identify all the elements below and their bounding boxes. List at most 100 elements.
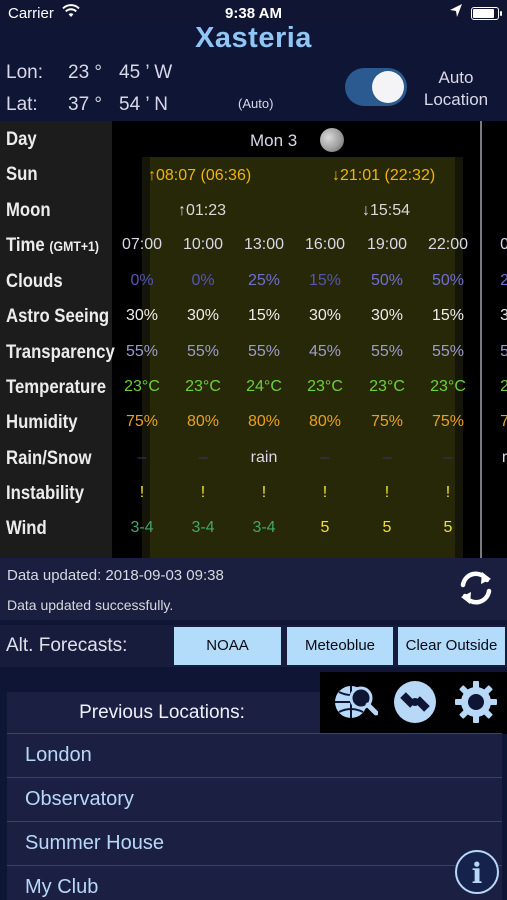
lat-minutes[interactable]: 54 ’ N [119, 94, 168, 116]
transparency-cell: 55 [500, 343, 507, 360]
alt-forecasts-label: Alt. Forecasts: [6, 635, 128, 656]
lon-label: Lon: [6, 62, 43, 83]
location-name: Summer House [25, 832, 164, 854]
time-cell: 22:00 [427, 236, 469, 253]
sunset-time: ↓21:01 (22:32) [332, 167, 436, 184]
noaa-button[interactable]: NOAA [174, 627, 281, 665]
wind-cell: 5 [443, 519, 453, 536]
rain-cell: ra [501, 449, 507, 466]
seeing-cell: 30% [308, 307, 342, 324]
time-cell: 01 [500, 236, 507, 253]
clear-outside-button[interactable]: Clear Outside [398, 627, 505, 665]
transparency-cell: 55% [125, 343, 159, 360]
humidity-cell: 80% [308, 413, 342, 430]
location-arrow-icon [449, 3, 463, 23]
transparency-cell: 45% [308, 343, 342, 360]
humidity-cell: 75 [500, 413, 507, 430]
lat-label: Lat: [6, 94, 38, 115]
humidity-cell: 80% [247, 413, 281, 430]
location-item-london[interactable]: London [7, 733, 502, 777]
update-panel: Data updated: 2018-09-03 09:38 Data upda… [0, 558, 507, 620]
temperature-cell: 23°C [430, 378, 466, 395]
moonset-time: ↓15:54 [362, 202, 411, 219]
location-name: Observatory [25, 788, 134, 810]
temperature-cell: 23°C [369, 378, 405, 395]
moonrise-time: ↑01:23 [178, 202, 227, 219]
clouds-cell: 50% [431, 272, 465, 289]
refresh-icon[interactable] [455, 567, 497, 609]
latitude-row[interactable]: Lat: 37 ° 54 ’ N [6, 94, 206, 118]
clouds-cell: 25% [247, 272, 281, 289]
wind-cell: 3-4 [252, 519, 276, 536]
location-item-summer-house[interactable]: Summer House [7, 821, 502, 865]
meteoblue-button[interactable]: Meteoblue [287, 627, 393, 665]
lat-degrees[interactable]: 37 ° [68, 94, 102, 116]
info-icon[interactable]: i [455, 850, 499, 894]
location-item-my-club[interactable]: My Club [7, 865, 502, 900]
lon-degrees[interactable]: 23 ° [68, 62, 102, 84]
temperature-cell: 23°C [185, 378, 221, 395]
toggle-knob [372, 71, 404, 103]
clouds-cell: 15% [308, 272, 342, 289]
app-title: Xasteria [195, 22, 312, 54]
rain-cell: – [443, 449, 453, 466]
location-search-icon[interactable] [332, 679, 379, 725]
transparency-cell: 55% [370, 343, 404, 360]
row-label-transparency: Transparency [6, 342, 115, 363]
humidity-cell: 75% [125, 413, 159, 430]
time-cell: 16:00 [304, 236, 346, 253]
rain-cell: rain [250, 449, 278, 466]
wind-cell: 5 [382, 519, 392, 536]
clouds-cell: 50% [370, 272, 404, 289]
battery-icon [471, 7, 502, 20]
rain-cell: – [320, 449, 330, 466]
seeing-cell: 30% [186, 307, 220, 324]
seeing-cell: 15% [431, 307, 465, 324]
location-name: London [25, 744, 92, 766]
humidity-cell: 75% [431, 413, 465, 430]
auto-tag: (Auto) [238, 96, 274, 111]
previous-locations-title: Previous Locations: [79, 702, 245, 723]
clouds-cell: 25 [500, 272, 507, 289]
time-cell: 19:00 [366, 236, 408, 253]
time-cell: 13:00 [243, 236, 285, 253]
row-label-temperature: Temperature [6, 377, 107, 398]
row-labels: Day Sun Moon Time (GMT+1) Clouds Astro S… [0, 121, 115, 558]
instability-cell: ! [200, 484, 206, 501]
wind-cell: 3-4 [191, 519, 215, 536]
row-label-humidity: Humidity [6, 412, 78, 433]
update-status-text: Data updated successfully. [7, 597, 174, 613]
instability-cell: ! [261, 484, 267, 501]
temperature-cell: 23 [500, 378, 507, 395]
row-label-clouds: Clouds [6, 271, 63, 292]
seeing-cell: 30% [125, 307, 159, 324]
rain-cell: – [198, 449, 208, 466]
location-item-observatory[interactable]: Observatory [7, 777, 502, 821]
day-divider [480, 121, 482, 558]
moon-phase-icon [320, 128, 344, 152]
wind-cell: 5 [320, 519, 330, 536]
seeing-cell: 30% [370, 307, 404, 324]
location-name: My Club [25, 876, 99, 898]
time-cell: 07:00 [121, 236, 163, 253]
clouds-cell: 0% [191, 272, 215, 289]
clouds-cell: 0% [130, 272, 154, 289]
temperature-cell: 24°C [246, 378, 282, 395]
instability-cell: ! [139, 484, 145, 501]
row-label-day: Day [6, 129, 37, 150]
rain-cell: – [137, 449, 147, 466]
humidity-cell: 75% [370, 413, 404, 430]
temperature-cell: 23°C [124, 378, 160, 395]
row-label-time: Time (GMT+1) [6, 235, 99, 257]
seeing-cell: 15% [247, 307, 281, 324]
longitude-row[interactable]: Lon: 23 ° 45 ’ W [6, 62, 206, 86]
lon-minutes[interactable]: 45 ’ W [119, 62, 172, 84]
gear-icon[interactable] [453, 679, 499, 725]
row-label-wind: Wind [6, 518, 47, 539]
time-cell: 10:00 [182, 236, 224, 253]
auto-location-toggle[interactable] [345, 68, 407, 106]
forecast-grid[interactable]: Day Sun Moon Time (GMT+1) Clouds Astro S… [0, 121, 507, 558]
status-time: 9:38 AM [225, 5, 282, 22]
satellite-icon[interactable] [392, 679, 438, 725]
time-zone: (GMT+1) [49, 238, 100, 254]
